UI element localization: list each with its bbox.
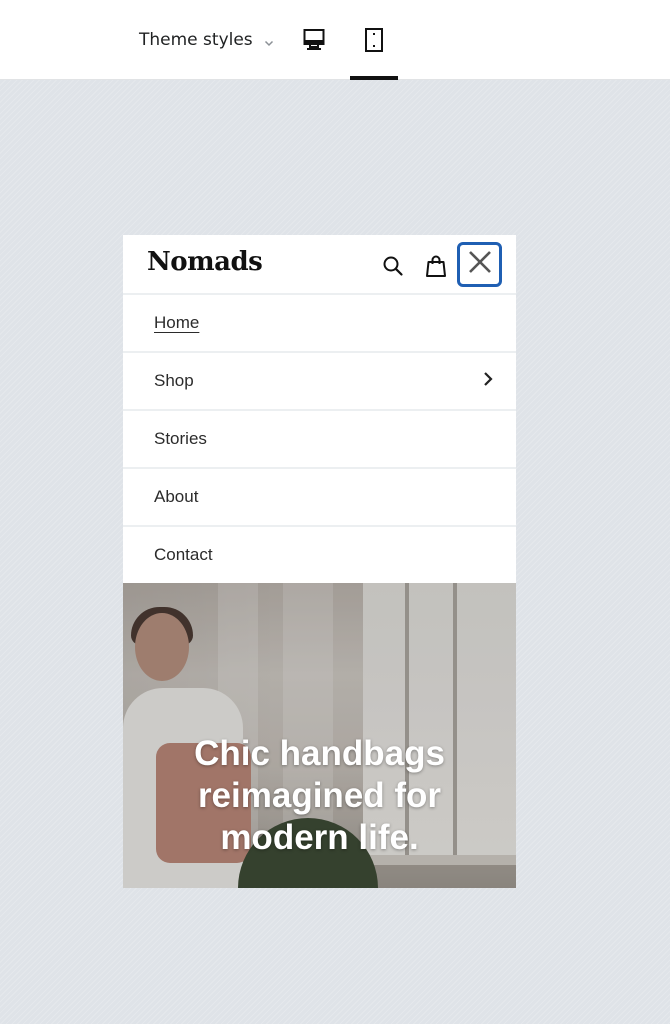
chevron-down-icon — [263, 34, 275, 47]
theme-styles-label: Theme styles — [139, 30, 253, 50]
desktop-preview-button[interactable] — [290, 0, 338, 80]
mobile-icon — [364, 27, 384, 53]
menu-item-label: About — [154, 487, 199, 506]
menu-item-label: Home — [154, 313, 200, 332]
close-menu-button[interactable] — [457, 242, 502, 287]
mobile-preview-button[interactable] — [350, 0, 398, 80]
menu-item-contact[interactable]: Contact — [123, 527, 516, 583]
menu-item-about[interactable]: About — [123, 469, 516, 527]
hero-banner: Chic handbags reimagined for modern life… — [123, 583, 516, 888]
menu-item-label: Stories — [154, 429, 207, 448]
mobile-nav-menu: Home Shop Stories About Contact — [123, 295, 516, 583]
mobile-store-preview: Nomads Home Shop Stories About Contact C… — [123, 235, 516, 888]
menu-item-label: Shop — [154, 371, 194, 390]
hero-title: Chic handbags reimagined for modern life… — [194, 734, 445, 857]
desktop-icon — [302, 28, 326, 52]
store-logo[interactable]: Nomads — [147, 247, 263, 277]
editor-toolbar: Theme styles — [0, 0, 670, 80]
search-icon[interactable] — [380, 253, 406, 279]
menu-item-stories[interactable]: Stories — [123, 411, 516, 469]
chevron-right-icon — [482, 371, 494, 392]
store-header: Nomads — [123, 235, 516, 295]
shopping-bag-icon[interactable] — [423, 253, 449, 279]
theme-styles-dropdown[interactable]: Theme styles — [139, 28, 275, 52]
menu-item-label: Contact — [154, 545, 213, 564]
menu-item-home[interactable]: Home — [123, 295, 516, 353]
menu-item-shop[interactable]: Shop — [123, 353, 516, 411]
close-icon — [467, 249, 493, 280]
